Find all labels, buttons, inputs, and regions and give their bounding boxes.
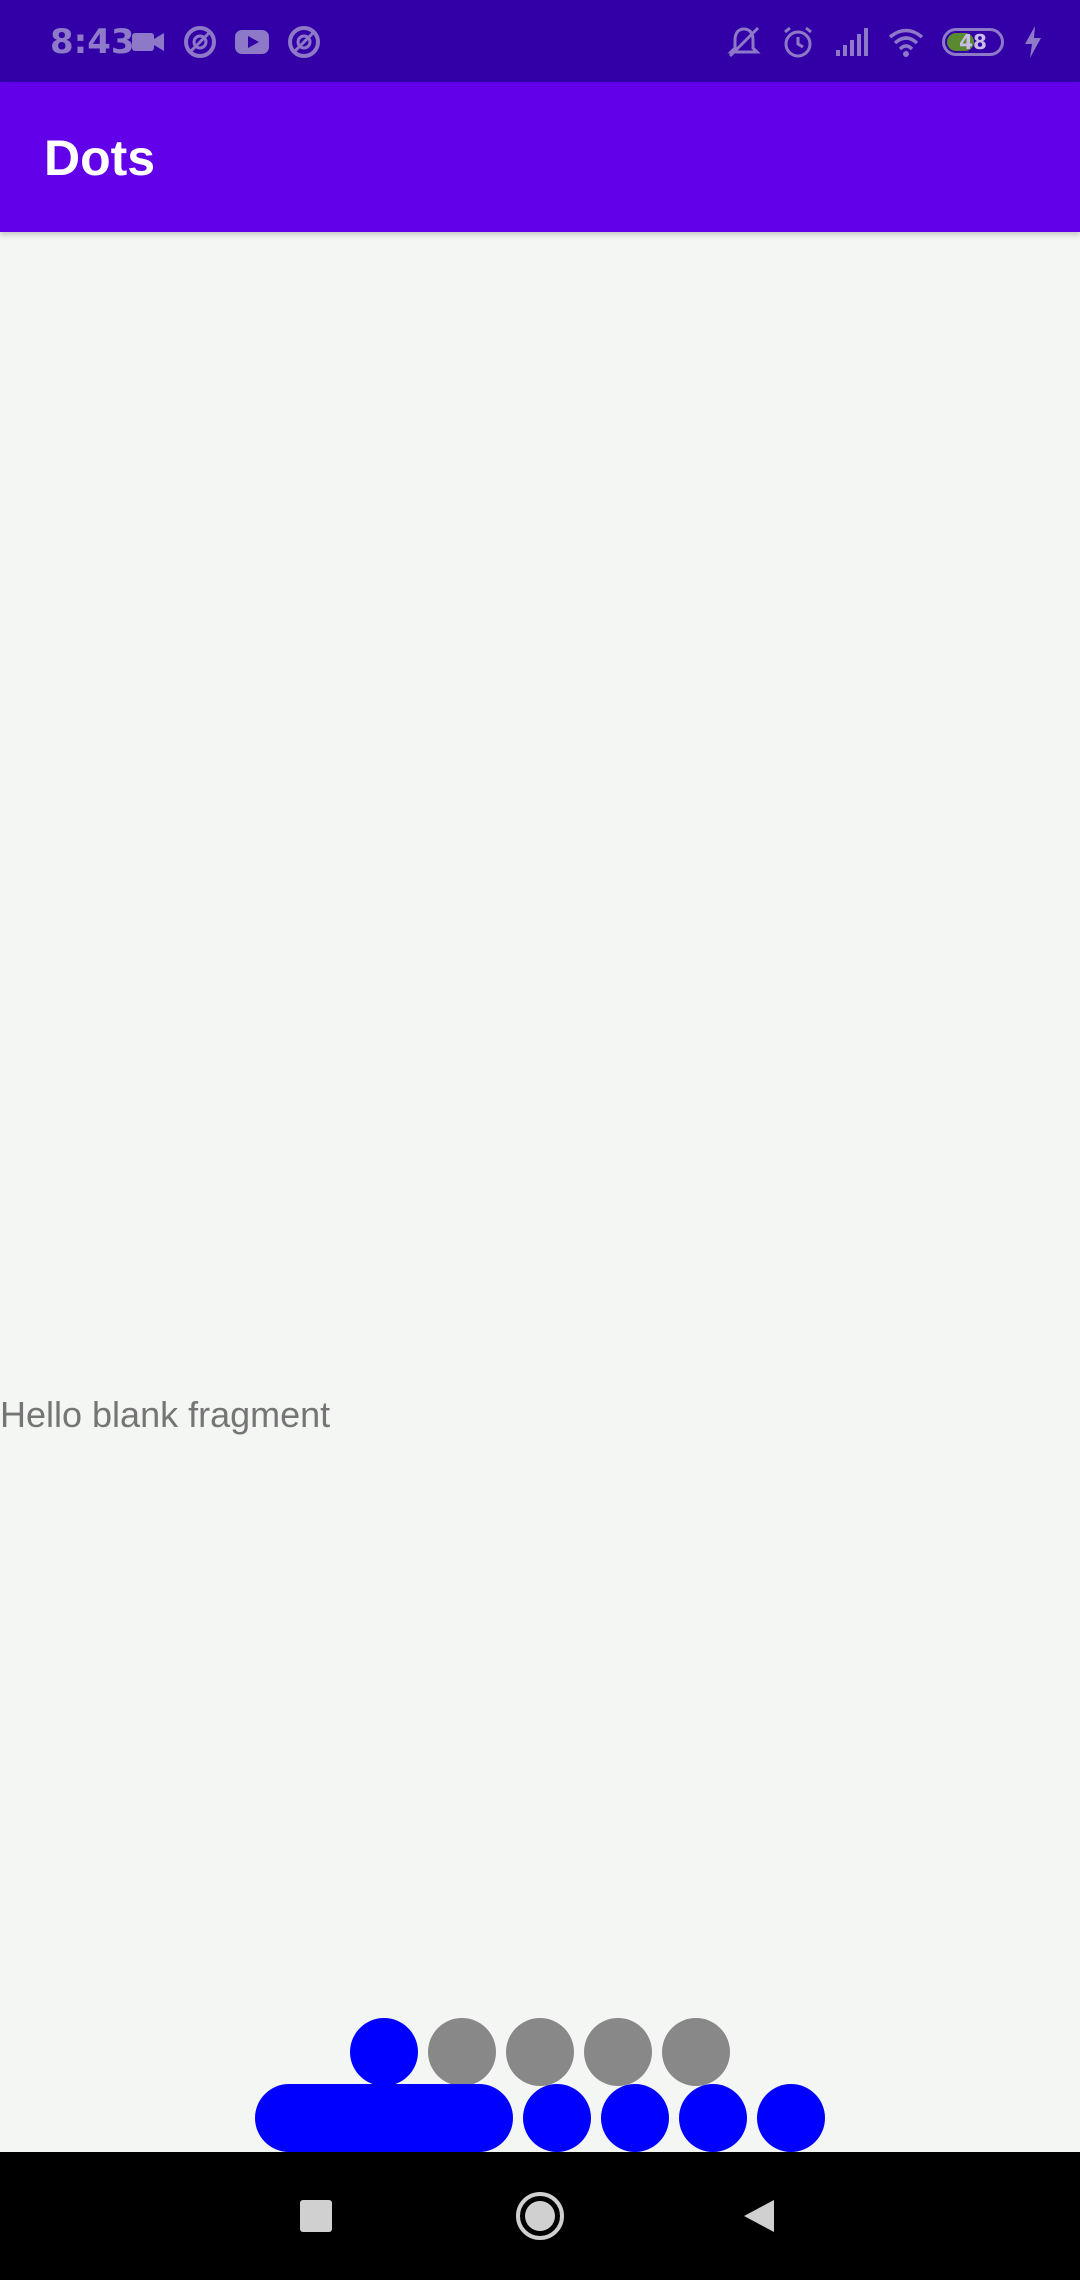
recents-button[interactable] [286, 2186, 346, 2246]
fragment-text: Hello blank fragment [0, 1394, 331, 1435]
sync-icon [184, 26, 216, 58]
back-button[interactable] [730, 2186, 790, 2246]
dot-selected[interactable] [255, 2084, 513, 2152]
vibrate-off-icon [727, 26, 761, 58]
dot[interactable] [428, 2018, 496, 2086]
wifi-icon [888, 28, 924, 57]
dot[interactable] [662, 2018, 730, 2086]
charging-icon [1025, 26, 1041, 58]
dot[interactable] [523, 2084, 591, 2152]
dot[interactable] [757, 2084, 825, 2152]
dot[interactable] [601, 2084, 669, 2152]
alarm-icon [784, 26, 812, 58]
video-camera-icon [132, 33, 164, 51]
battery-icon: 48 [942, 28, 1004, 56]
dot[interactable] [584, 2018, 652, 2086]
dot[interactable] [506, 2018, 574, 2086]
navigation-bar [0, 2152, 1080, 2280]
home-button[interactable] [510, 2186, 570, 2246]
notification-icons [130, 22, 322, 62]
sync-icon [288, 26, 320, 58]
dots-indicator-1 [350, 2018, 730, 2086]
app-bar: Dots [0, 82, 1080, 232]
dots-indicator-2 [255, 2084, 825, 2152]
fragment-container: Hello blank fragment [0, 232, 1080, 2152]
back-icon [744, 2200, 774, 2232]
status-bar: 8:43 48 [0, 0, 1080, 82]
dot-selected[interactable] [350, 2018, 418, 2086]
status-time: 8:43 [50, 22, 135, 62]
recents-icon [300, 2200, 332, 2232]
battery-percent: 48 [959, 30, 987, 54]
system-icons: 48 [726, 22, 1044, 62]
app-title: Dots [44, 130, 156, 186]
dot[interactable] [679, 2084, 747, 2152]
home-icon [516, 2192, 564, 2240]
signal-icon [836, 28, 868, 56]
youtube-icon [235, 30, 269, 54]
